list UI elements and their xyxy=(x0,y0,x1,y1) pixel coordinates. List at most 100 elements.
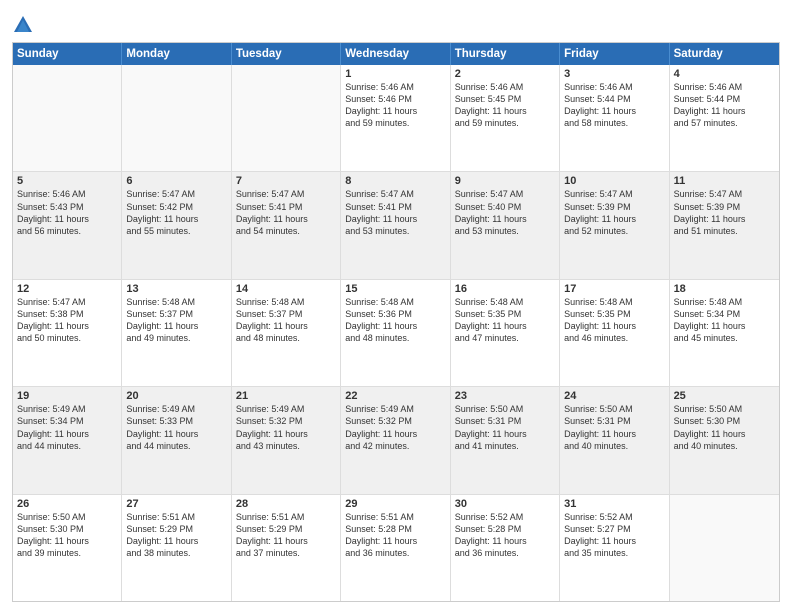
day-number: 19 xyxy=(17,390,117,402)
day-number: 12 xyxy=(17,283,117,295)
day-number: 1 xyxy=(345,68,445,80)
calendar-cell: 29Sunrise: 5:51 AM Sunset: 5:28 PM Dayli… xyxy=(341,495,450,601)
logo-icon xyxy=(12,14,34,36)
day-number: 18 xyxy=(674,283,775,295)
day-info: Sunrise: 5:46 AM Sunset: 5:43 PM Dayligh… xyxy=(17,188,117,237)
calendar-cell: 25Sunrise: 5:50 AM Sunset: 5:30 PM Dayli… xyxy=(670,387,779,493)
day-info: Sunrise: 5:46 AM Sunset: 5:46 PM Dayligh… xyxy=(345,81,445,130)
calendar-cell: 16Sunrise: 5:48 AM Sunset: 5:35 PM Dayli… xyxy=(451,280,560,386)
calendar-cell: 28Sunrise: 5:51 AM Sunset: 5:29 PM Dayli… xyxy=(232,495,341,601)
calendar-row: 5Sunrise: 5:46 AM Sunset: 5:43 PM Daylig… xyxy=(13,172,779,279)
calendar-cell: 13Sunrise: 5:48 AM Sunset: 5:37 PM Dayli… xyxy=(122,280,231,386)
calendar-cell: 4Sunrise: 5:46 AM Sunset: 5:44 PM Daylig… xyxy=(670,65,779,171)
day-info: Sunrise: 5:48 AM Sunset: 5:35 PM Dayligh… xyxy=(564,296,664,345)
calendar-cell: 5Sunrise: 5:46 AM Sunset: 5:43 PM Daylig… xyxy=(13,172,122,278)
calendar-cell: 27Sunrise: 5:51 AM Sunset: 5:29 PM Dayli… xyxy=(122,495,231,601)
weekday-header: Monday xyxy=(122,43,231,65)
calendar-cell: 14Sunrise: 5:48 AM Sunset: 5:37 PM Dayli… xyxy=(232,280,341,386)
day-number: 26 xyxy=(17,498,117,510)
day-number: 9 xyxy=(455,175,555,187)
day-info: Sunrise: 5:46 AM Sunset: 5:44 PM Dayligh… xyxy=(674,81,775,130)
day-info: Sunrise: 5:50 AM Sunset: 5:30 PM Dayligh… xyxy=(17,511,117,560)
day-info: Sunrise: 5:47 AM Sunset: 5:40 PM Dayligh… xyxy=(455,188,555,237)
day-info: Sunrise: 5:48 AM Sunset: 5:35 PM Dayligh… xyxy=(455,296,555,345)
day-info: Sunrise: 5:47 AM Sunset: 5:38 PM Dayligh… xyxy=(17,296,117,345)
calendar-cell: 31Sunrise: 5:52 AM Sunset: 5:27 PM Dayli… xyxy=(560,495,669,601)
day-number: 27 xyxy=(126,498,226,510)
day-number: 8 xyxy=(345,175,445,187)
day-info: Sunrise: 5:51 AM Sunset: 5:28 PM Dayligh… xyxy=(345,511,445,560)
day-number: 7 xyxy=(236,175,336,187)
day-info: Sunrise: 5:50 AM Sunset: 5:30 PM Dayligh… xyxy=(674,403,775,452)
calendar-header: SundayMondayTuesdayWednesdayThursdayFrid… xyxy=(13,43,779,65)
calendar-cell: 17Sunrise: 5:48 AM Sunset: 5:35 PM Dayli… xyxy=(560,280,669,386)
calendar-cell: 1Sunrise: 5:46 AM Sunset: 5:46 PM Daylig… xyxy=(341,65,450,171)
calendar-cell xyxy=(232,65,341,171)
day-info: Sunrise: 5:47 AM Sunset: 5:39 PM Dayligh… xyxy=(564,188,664,237)
calendar-cell: 26Sunrise: 5:50 AM Sunset: 5:30 PM Dayli… xyxy=(13,495,122,601)
calendar-cell: 10Sunrise: 5:47 AM Sunset: 5:39 PM Dayli… xyxy=(560,172,669,278)
day-number: 30 xyxy=(455,498,555,510)
day-number: 20 xyxy=(126,390,226,402)
day-number: 28 xyxy=(236,498,336,510)
calendar-row: 12Sunrise: 5:47 AM Sunset: 5:38 PM Dayli… xyxy=(13,280,779,387)
calendar-row: 1Sunrise: 5:46 AM Sunset: 5:46 PM Daylig… xyxy=(13,65,779,172)
day-number: 29 xyxy=(345,498,445,510)
calendar-cell: 22Sunrise: 5:49 AM Sunset: 5:32 PM Dayli… xyxy=(341,387,450,493)
weekday-header: Tuesday xyxy=(232,43,341,65)
day-info: Sunrise: 5:52 AM Sunset: 5:27 PM Dayligh… xyxy=(564,511,664,560)
weekday-header: Friday xyxy=(560,43,669,65)
day-number: 2 xyxy=(455,68,555,80)
day-info: Sunrise: 5:48 AM Sunset: 5:37 PM Dayligh… xyxy=(236,296,336,345)
day-info: Sunrise: 5:50 AM Sunset: 5:31 PM Dayligh… xyxy=(564,403,664,452)
logo xyxy=(12,14,38,36)
day-info: Sunrise: 5:47 AM Sunset: 5:41 PM Dayligh… xyxy=(345,188,445,237)
day-info: Sunrise: 5:49 AM Sunset: 5:34 PM Dayligh… xyxy=(17,403,117,452)
weekday-header: Sunday xyxy=(13,43,122,65)
day-info: Sunrise: 5:50 AM Sunset: 5:31 PM Dayligh… xyxy=(455,403,555,452)
calendar-cell: 18Sunrise: 5:48 AM Sunset: 5:34 PM Dayli… xyxy=(670,280,779,386)
calendar-cell xyxy=(670,495,779,601)
page-header xyxy=(12,10,780,36)
day-number: 22 xyxy=(345,390,445,402)
day-number: 15 xyxy=(345,283,445,295)
calendar-cell: 20Sunrise: 5:49 AM Sunset: 5:33 PM Dayli… xyxy=(122,387,231,493)
day-info: Sunrise: 5:47 AM Sunset: 5:41 PM Dayligh… xyxy=(236,188,336,237)
calendar-row: 19Sunrise: 5:49 AM Sunset: 5:34 PM Dayli… xyxy=(13,387,779,494)
day-number: 5 xyxy=(17,175,117,187)
day-number: 13 xyxy=(126,283,226,295)
weekday-header: Wednesday xyxy=(341,43,450,65)
day-number: 23 xyxy=(455,390,555,402)
day-number: 31 xyxy=(564,498,664,510)
calendar-cell: 15Sunrise: 5:48 AM Sunset: 5:36 PM Dayli… xyxy=(341,280,450,386)
calendar-cell: 9Sunrise: 5:47 AM Sunset: 5:40 PM Daylig… xyxy=(451,172,560,278)
weekday-header: Saturday xyxy=(670,43,779,65)
day-info: Sunrise: 5:51 AM Sunset: 5:29 PM Dayligh… xyxy=(126,511,226,560)
day-number: 11 xyxy=(674,175,775,187)
day-number: 6 xyxy=(126,175,226,187)
calendar-cell: 19Sunrise: 5:49 AM Sunset: 5:34 PM Dayli… xyxy=(13,387,122,493)
calendar-cell: 2Sunrise: 5:46 AM Sunset: 5:45 PM Daylig… xyxy=(451,65,560,171)
calendar-body: 1Sunrise: 5:46 AM Sunset: 5:46 PM Daylig… xyxy=(13,65,779,601)
day-info: Sunrise: 5:46 AM Sunset: 5:45 PM Dayligh… xyxy=(455,81,555,130)
day-number: 3 xyxy=(564,68,664,80)
calendar-row: 26Sunrise: 5:50 AM Sunset: 5:30 PM Dayli… xyxy=(13,495,779,601)
calendar-cell: 24Sunrise: 5:50 AM Sunset: 5:31 PM Dayli… xyxy=(560,387,669,493)
day-number: 10 xyxy=(564,175,664,187)
day-info: Sunrise: 5:49 AM Sunset: 5:32 PM Dayligh… xyxy=(236,403,336,452)
day-number: 24 xyxy=(564,390,664,402)
day-info: Sunrise: 5:48 AM Sunset: 5:34 PM Dayligh… xyxy=(674,296,775,345)
calendar-cell xyxy=(122,65,231,171)
weekday-header: Thursday xyxy=(451,43,560,65)
day-number: 17 xyxy=(564,283,664,295)
calendar: SundayMondayTuesdayWednesdayThursdayFrid… xyxy=(12,42,780,602)
day-number: 16 xyxy=(455,283,555,295)
calendar-cell: 12Sunrise: 5:47 AM Sunset: 5:38 PM Dayli… xyxy=(13,280,122,386)
day-number: 25 xyxy=(674,390,775,402)
calendar-cell: 23Sunrise: 5:50 AM Sunset: 5:31 PM Dayli… xyxy=(451,387,560,493)
day-number: 4 xyxy=(674,68,775,80)
day-number: 14 xyxy=(236,283,336,295)
calendar-cell: 30Sunrise: 5:52 AM Sunset: 5:28 PM Dayli… xyxy=(451,495,560,601)
calendar-cell: 6Sunrise: 5:47 AM Sunset: 5:42 PM Daylig… xyxy=(122,172,231,278)
calendar-cell xyxy=(13,65,122,171)
